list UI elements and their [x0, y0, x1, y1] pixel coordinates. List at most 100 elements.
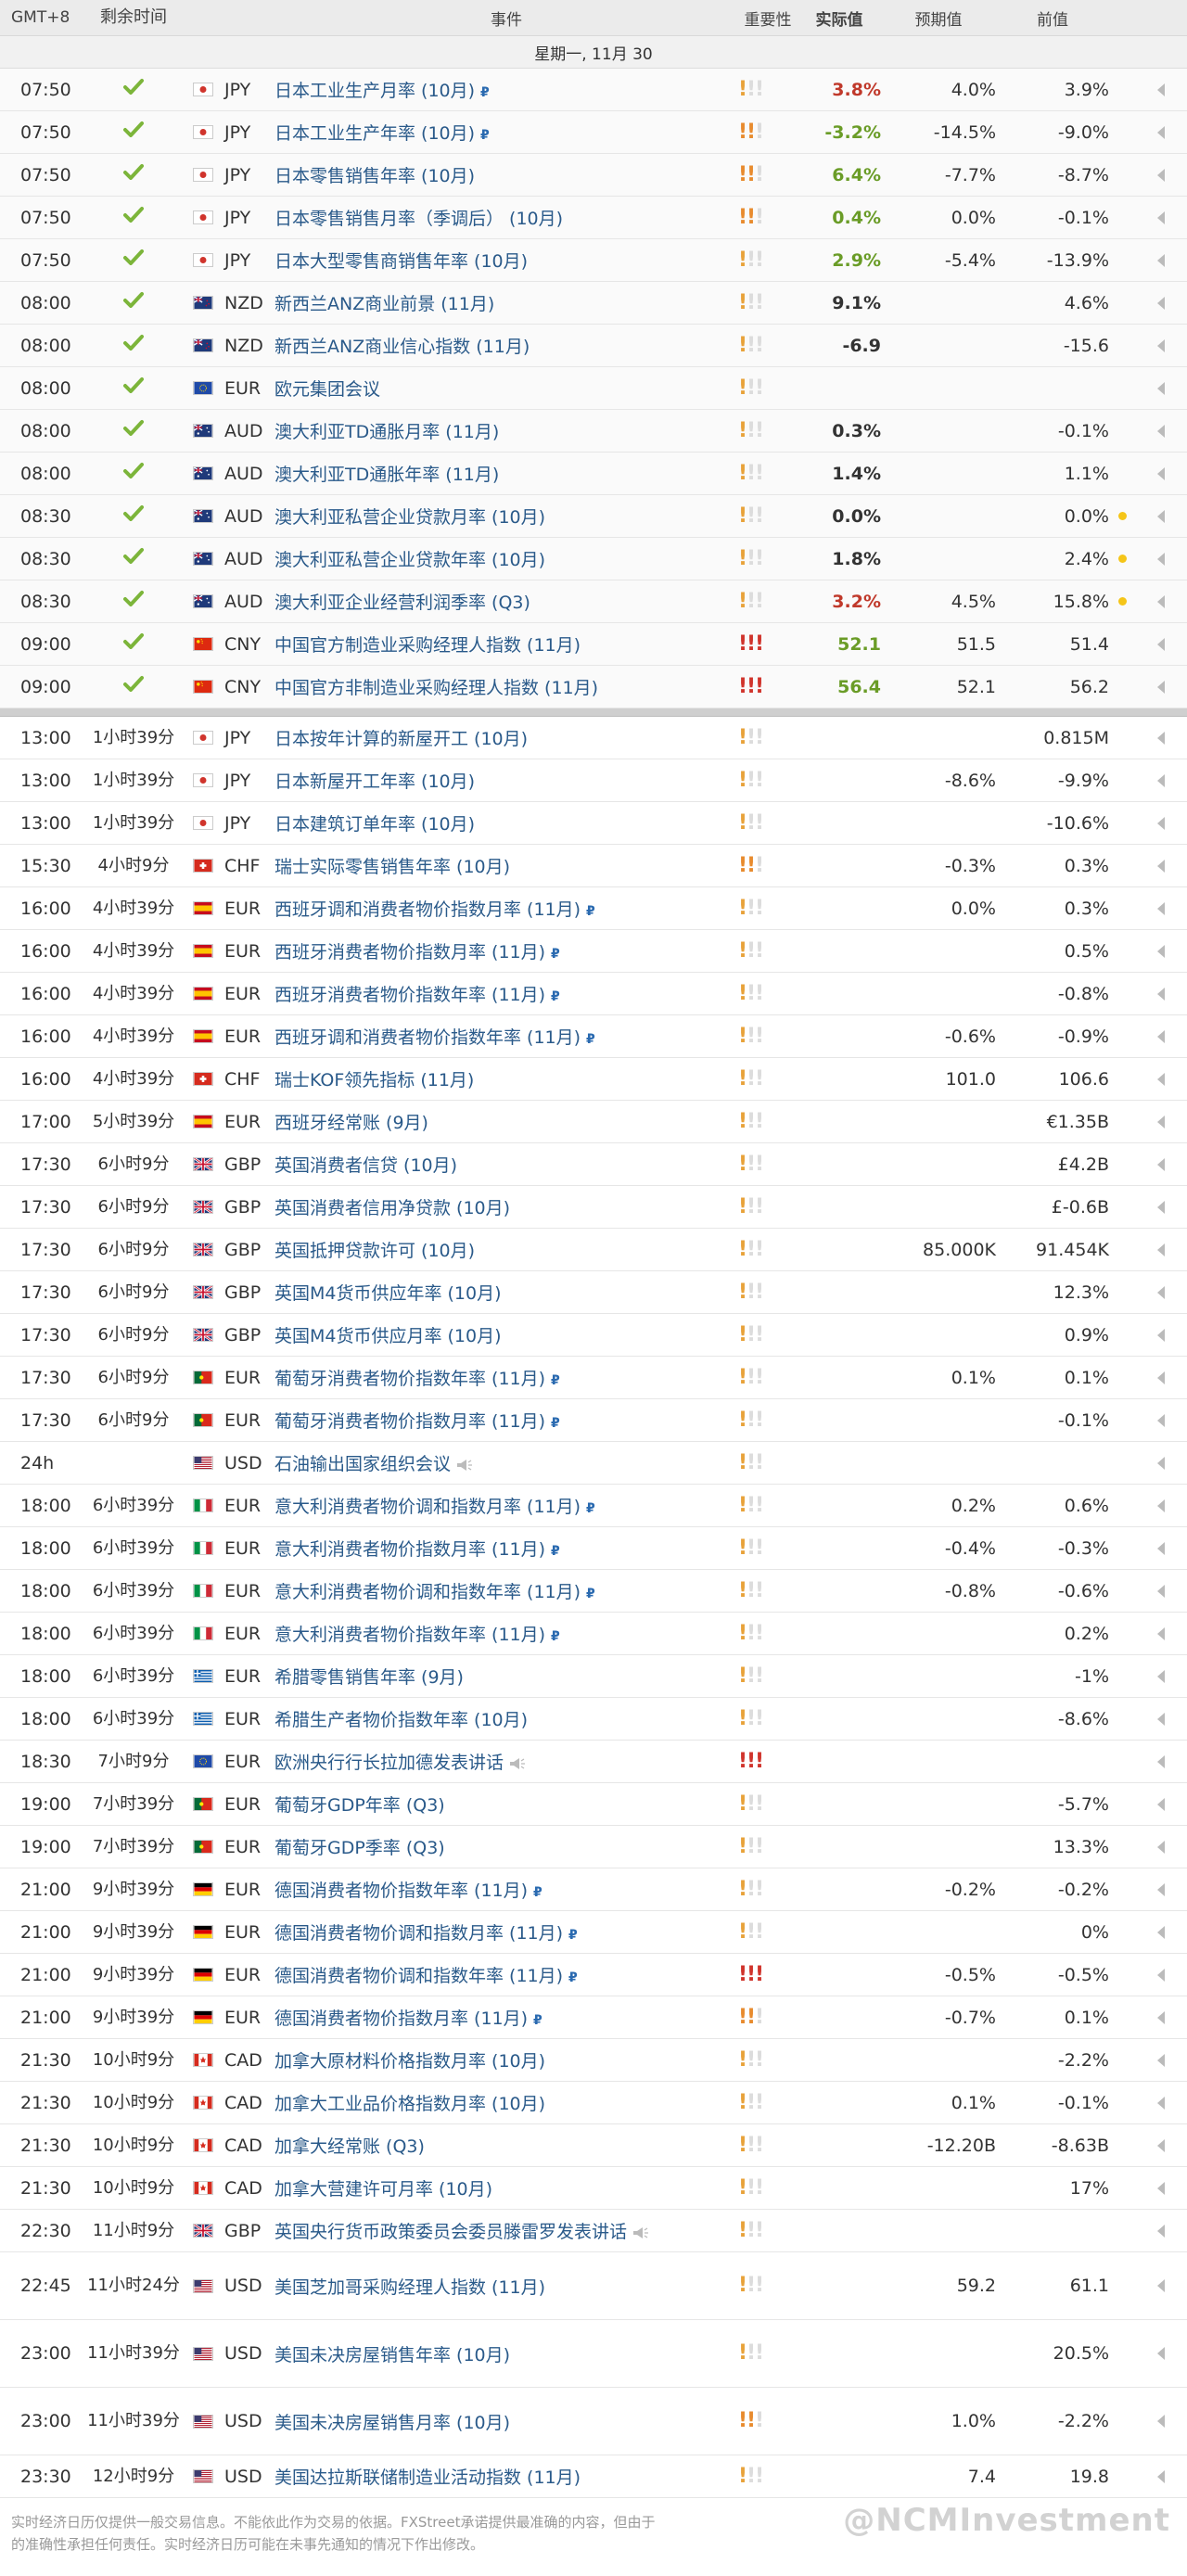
table-row[interactable]: 19:00 7小时39分 EUR 葡萄牙GDP年率 (Q3)!!! -5.7%	[0, 1783, 1187, 1826]
expand-arrow-icon[interactable]	[1135, 2138, 1187, 2152]
event-link[interactable]: 美国达拉斯联储制造业活动指数 (11月)	[274, 2464, 738, 2489]
table-row[interactable]: 16:00 4小时39分 EUR 西班牙消费者物价指数月率 (11月) ₽!!! 0.5%	[0, 930, 1187, 973]
table-row[interactable]: 08:00 AUD 澳大利亚TD通胀年率 (11月)!!! 1.4% 1.1%	[0, 453, 1187, 495]
event-link[interactable]: 中国官方非制造业采购经理人指数 (11月)	[274, 674, 738, 699]
event-link[interactable]: 澳大利亚企业经营利润季率 (Q3)	[274, 589, 738, 614]
expand-arrow-icon[interactable]	[1135, 1541, 1187, 1555]
table-row[interactable]: 24h USD 石油输出国家组织会议!!!	[0, 1442, 1187, 1485]
table-row[interactable]: 17:30 6小时9分 GBP 英国M4货币供应年率 (10月)!!! 12.3%	[0, 1271, 1187, 1314]
table-row[interactable]: 21:30 10小时9分 CAD 加拿大原材料价格指数月率 (10月)!!! -2.2%	[0, 2039, 1187, 2082]
event-link[interactable]: 日本零售销售月率（季调后） (10月)	[274, 205, 738, 230]
expand-arrow-icon[interactable]	[1135, 253, 1187, 267]
expand-arrow-icon[interactable]	[1135, 509, 1187, 523]
event-link[interactable]: 英国消费者信贷 (10月)	[274, 1152, 738, 1177]
event-link[interactable]: 中国官方制造业采购经理人指数 (11月)	[274, 631, 738, 657]
expand-arrow-icon[interactable]	[1135, 338, 1187, 352]
event-link[interactable]: 美国未决房屋销售月率 (10月)	[274, 2409, 738, 2434]
table-row[interactable]: 23:00 11小时39分 USD 美国未决房屋销售月率 (10月)!!! 1.0% -2…	[0, 2388, 1187, 2455]
expand-arrow-icon[interactable]	[1135, 1626, 1187, 1640]
expand-arrow-icon[interactable]	[1135, 680, 1187, 694]
table-row[interactable]: 21:00 9小时39分 EUR 德国消费者物价调和指数年率 (11月) ₽!!! -0.…	[0, 1954, 1187, 1996]
table-row[interactable]: 09:00 CNY 中国官方制造业采购经理人指数 (11月)!!! 52.1 51.5 5…	[0, 623, 1187, 666]
event-link[interactable]: 希腊生产者物价指数年率 (10月)	[274, 1706, 738, 1731]
expand-arrow-icon[interactable]	[1135, 1243, 1187, 1256]
event-link[interactable]: 日本工业生产月率 (10月) ₽	[274, 77, 738, 102]
table-row[interactable]: 07:50 JPY 日本大型零售商销售年率 (10月)!!! 2.9% -5.4% -13…	[0, 239, 1187, 282]
table-row[interactable]: 22:30 11小时9分 GBP 英国央行货币政策委员会委员滕雷罗发表讲话!!!	[0, 2210, 1187, 2252]
event-link[interactable]: 英国M4货币供应年率 (10月)	[274, 1280, 738, 1305]
event-link[interactable]: 加拿大工业品价格指数月率 (10月)	[274, 2090, 738, 2115]
event-link[interactable]: 欧洲央行行长拉加德发表讲话	[274, 1749, 738, 1774]
expand-arrow-icon[interactable]	[1135, 2279, 1187, 2292]
event-link[interactable]: 英国抵押贷款许可 (10月)	[274, 1237, 738, 1262]
expand-arrow-icon[interactable]	[1135, 552, 1187, 566]
expand-arrow-icon[interactable]	[1135, 1840, 1187, 1854]
event-link[interactable]: 日本新屋开工年率 (10月)	[274, 768, 738, 793]
expand-arrow-icon[interactable]	[1135, 859, 1187, 873]
expand-arrow-icon[interactable]	[1135, 2181, 1187, 2195]
table-row[interactable]: 21:00 9小时39分 EUR 德国消费者物价指数月率 (11月) ₽!!! -0.7%…	[0, 1996, 1187, 2039]
expand-arrow-icon[interactable]	[1135, 731, 1187, 745]
expand-arrow-icon[interactable]	[1135, 1925, 1187, 1939]
table-row[interactable]: 16:00 4小时39分 EUR 西班牙调和消费者物价指数年率 (11月) ₽!!! -0…	[0, 1015, 1187, 1058]
expand-arrow-icon[interactable]	[1135, 1797, 1187, 1811]
event-link[interactable]: 日本按年计算的新屋开工 (10月)	[274, 725, 738, 750]
event-link[interactable]: 加拿大营建许可月率 (10月)	[274, 2175, 738, 2200]
table-row[interactable]: 18:00 6小时39分 EUR 意大利消费者物价指数年率 (11月) ₽!!! 0.2%	[0, 1613, 1187, 1655]
event-link[interactable]: 英国央行货币政策委员会委员滕雷罗发表讲话	[274, 2218, 738, 2243]
table-row[interactable]: 17:30 6小时9分 GBP 英国M4货币供应月率 (10月)!!! 0.9%	[0, 1314, 1187, 1357]
expand-arrow-icon[interactable]	[1135, 2415, 1187, 2428]
event-link[interactable]: 美国未决房屋销售年率 (10月)	[274, 2341, 738, 2366]
expand-arrow-icon[interactable]	[1135, 1882, 1187, 1896]
event-link[interactable]: 瑞士实际零售销售年率 (10月)	[274, 853, 738, 878]
table-row[interactable]: 18:00 6小时39分 EUR 意大利消费者物价调和指数年率 (11月) ₽!!! -0…	[0, 1570, 1187, 1613]
table-row[interactable]: 17:00 5小时39分 EUR 西班牙经常账 (9月)!!! €1.35B	[0, 1101, 1187, 1143]
table-row[interactable]: 18:00 6小时39分 EUR 意大利消费者物价调和指数月率 (11月) ₽!!! 0.…	[0, 1485, 1187, 1527]
expand-arrow-icon[interactable]	[1135, 1371, 1187, 1384]
event-link[interactable]: 英国M4货币供应月率 (10月)	[274, 1322, 738, 1347]
table-row[interactable]: 22:45 11小时24分 USD 美国芝加哥采购经理人指数 (11月)!!! 59.2…	[0, 2252, 1187, 2320]
table-row[interactable]: 07:50 JPY 日本工业生产年率 (10月) ₽!!! -3.2% -14.5% -9.…	[0, 111, 1187, 154]
expand-arrow-icon[interactable]	[1135, 2053, 1187, 2067]
event-link[interactable]: 西班牙调和消费者物价指数月率 (11月) ₽	[274, 896, 738, 921]
expand-arrow-icon[interactable]	[1135, 2096, 1187, 2110]
event-link[interactable]: 意大利消费者物价指数月率 (11月) ₽	[274, 1536, 738, 1561]
event-link[interactable]: 澳大利亚TD通胀月率 (11月)	[274, 418, 738, 443]
event-link[interactable]: 西班牙消费者物价指数月率 (11月) ₽	[274, 938, 738, 963]
event-link[interactable]: 西班牙消费者物价指数年率 (11月) ₽	[274, 981, 738, 1006]
event-link[interactable]: 德国消费者物价调和指数月率 (11月) ₽	[274, 1919, 738, 1945]
table-row[interactable]: 13:00 1小时39分 JPY 日本新屋开工年率 (10月)!!! -8.6% -9.9…	[0, 759, 1187, 802]
expand-arrow-icon[interactable]	[1135, 1328, 1187, 1342]
expand-arrow-icon[interactable]	[1135, 773, 1187, 787]
event-link[interactable]: 日本零售销售年率 (10月)	[274, 162, 738, 187]
expand-arrow-icon[interactable]	[1135, 296, 1187, 310]
expand-arrow-icon[interactable]	[1135, 2347, 1187, 2360]
table-row[interactable]: 08:30 AUD 澳大利亚私营企业贷款月率 (10月)!!! 0.0% 0.0%	[0, 495, 1187, 538]
event-link[interactable]: 德国消费者物价调和指数年率 (11月) ₽	[274, 1962, 738, 1987]
expand-arrow-icon[interactable]	[1135, 1285, 1187, 1299]
table-row[interactable]: 23:00 11小时39分 USD 美国未决房屋销售年率 (10月)!!! 20.5%	[0, 2320, 1187, 2388]
table-row[interactable]: 15:30 4小时9分 CHF 瑞士实际零售销售年率 (10月)!!! -0.3% 0.3…	[0, 845, 1187, 887]
expand-arrow-icon[interactable]	[1135, 1669, 1187, 1683]
event-link[interactable]: 澳大利亚私营企业贷款月率 (10月)	[274, 504, 738, 529]
event-link[interactable]: 英国消费者信用净贷款 (10月)	[274, 1194, 738, 1219]
table-row[interactable]: 21:30 10小时9分 CAD 加拿大经常账 (Q3)!!! -12.20B -8.63…	[0, 2124, 1187, 2167]
table-row[interactable]: 17:30 6小时9分 EUR 葡萄牙消费者物价指数年率 (11月) ₽!!! 0.1% 0…	[0, 1357, 1187, 1399]
event-link[interactable]: 意大利消费者物价调和指数年率 (11月) ₽	[274, 1578, 738, 1603]
table-row[interactable]: 08:30 AUD 澳大利亚私营企业贷款年率 (10月)!!! 1.8% 2.4%	[0, 538, 1187, 580]
table-row[interactable]: 17:30 6小时9分 EUR 葡萄牙消费者物价指数月率 (11月) ₽!!! -0.1%	[0, 1399, 1187, 1442]
event-link[interactable]: 德国消费者物价指数年率 (11月) ₽	[274, 1877, 738, 1902]
table-row[interactable]: 07:50 JPY 日本零售销售年率 (10月)!!! 6.4% -7.7% -8.7%	[0, 154, 1187, 197]
expand-arrow-icon[interactable]	[1135, 1115, 1187, 1129]
expand-arrow-icon[interactable]	[1135, 1456, 1187, 1470]
table-row[interactable]: 18:30 7小时9分 EUR 欧洲央行行长拉加德发表讲话!!!	[0, 1741, 1187, 1783]
expand-arrow-icon[interactable]	[1135, 1200, 1187, 1214]
expand-arrow-icon[interactable]	[1135, 1712, 1187, 1726]
event-link[interactable]: 澳大利亚私营企业贷款年率 (10月)	[274, 546, 738, 571]
expand-arrow-icon[interactable]	[1135, 381, 1187, 395]
event-link[interactable]: 加拿大原材料价格指数月率 (10月)	[274, 2047, 738, 2072]
table-row[interactable]: 19:00 7小时39分 EUR 葡萄牙GDP季率 (Q3)!!! 13.3%	[0, 1826, 1187, 1868]
table-row[interactable]: 23:30 12小时9分 USD 美国达拉斯联储制造业活动指数 (11月)!!! 7.4…	[0, 2455, 1187, 2498]
event-link[interactable]: 西班牙调和消费者物价指数年率 (11月) ₽	[274, 1024, 738, 1049]
event-link[interactable]: 德国消费者物价指数月率 (11月) ₽	[274, 2005, 738, 2030]
